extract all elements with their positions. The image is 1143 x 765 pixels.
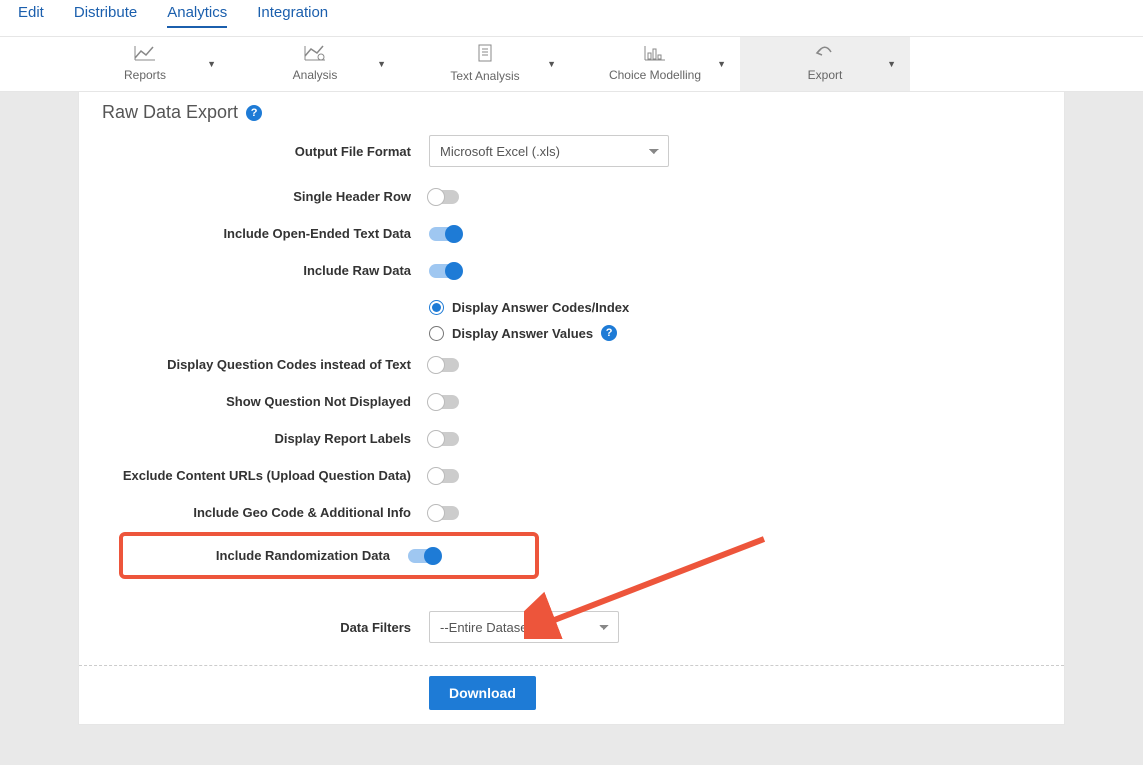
toolbar-label: Analysis — [293, 68, 338, 82]
bar-chart-icon — [643, 44, 667, 65]
radio-values[interactable] — [429, 326, 444, 341]
report-labels-label: Display Report Labels — [119, 431, 429, 446]
randomization-toggle[interactable] — [408, 549, 438, 563]
page-body: Raw Data Export ? Output File Format Mic… — [0, 92, 1143, 765]
page-title-text: Raw Data Export — [102, 102, 238, 123]
toolbar-label: Export — [808, 68, 843, 82]
single-header-toggle[interactable] — [429, 190, 459, 204]
analysis-icon — [303, 44, 327, 65]
radio-codes[interactable] — [429, 300, 444, 315]
toolbar: Reports ▼ Analysis ▼ Text Analysis ▼ Cho… — [0, 37, 1143, 92]
toolbar-analysis[interactable]: Analysis ▼ — [230, 37, 400, 91]
page-title: Raw Data Export ? — [102, 102, 1024, 123]
nav-distribute[interactable]: Distribute — [74, 4, 137, 28]
geo-code-label: Include Geo Code & Additional Info — [119, 505, 429, 520]
question-codes-toggle[interactable] — [429, 358, 459, 372]
chevron-down-icon: ▼ — [207, 59, 216, 69]
divider — [79, 665, 1064, 666]
raw-data-label: Include Raw Data — [119, 263, 429, 278]
single-header-label: Single Header Row — [119, 189, 429, 204]
geo-code-towhere[interactable] — [429, 506, 459, 520]
radio-values-label: Display Answer Values — [452, 326, 593, 341]
output-format-select[interactable]: Microsoft Excel (.xls) — [429, 135, 669, 167]
export-panel: Raw Data Export ? Output File Format Mic… — [78, 92, 1065, 725]
toolbar-export[interactable]: Export ▼ — [740, 37, 910, 91]
toolbar-reports[interactable]: Reports ▼ — [60, 37, 230, 91]
chevron-down-icon: ▼ — [717, 59, 726, 69]
nav-integration[interactable]: Integration — [257, 4, 328, 28]
question-codes-label: Display Question Codes instead of Text — [119, 357, 429, 372]
highlight-randomization: Include Randomization Data — [119, 532, 539, 579]
data-filters-label: Data Filters — [119, 620, 429, 635]
chevron-down-icon: ▼ — [547, 59, 556, 69]
output-format-label: Output File Format — [119, 144, 429, 159]
toolbar-label: Reports — [124, 68, 166, 82]
randomization-label: Include Randomization Data — [123, 548, 408, 563]
chart-line-icon — [133, 44, 157, 65]
radio-codes-label: Display Answer Codes/Index — [452, 300, 629, 315]
toolbar-text-analysis[interactable]: Text Analysis ▼ — [400, 37, 570, 91]
help-icon[interactable]: ? — [246, 105, 262, 121]
exclude-urls-toggle[interactable] — [429, 469, 459, 483]
chevron-down-icon: ▼ — [887, 59, 896, 69]
export-icon — [813, 44, 837, 65]
show-not-displayed-label: Show Question Not Displayed — [119, 394, 429, 409]
toolbar-label: Choice Modelling — [609, 68, 701, 82]
report-labels-toggle[interactable] — [429, 432, 459, 446]
raw-data-toggle[interactable] — [429, 264, 459, 278]
nav-analytics[interactable]: Analytics — [167, 4, 227, 28]
help-icon[interactable]: ? — [601, 325, 617, 341]
toolbar-label: Text Analysis — [450, 69, 519, 83]
open-ended-label: Include Open-Ended Text Data — [119, 226, 429, 241]
open-ended-toggle[interactable] — [429, 227, 459, 241]
nav-edit[interactable]: Edit — [18, 4, 44, 28]
document-icon — [475, 43, 495, 66]
show-not-displayed-toggle[interactable] — [429, 395, 459, 409]
top-nav: Edit Distribute Analytics Integration — [0, 0, 1143, 37]
data-filters-select[interactable]: --Entire Dataset-- — [429, 611, 619, 643]
chevron-down-icon: ▼ — [377, 59, 386, 69]
exclude-urls-label: Exclude Content URLs (Upload Question Da… — [119, 468, 429, 483]
toolbar-choice-modelling[interactable]: Choice Modelling ▼ — [570, 37, 740, 91]
download-button[interactable]: Download — [429, 676, 536, 710]
